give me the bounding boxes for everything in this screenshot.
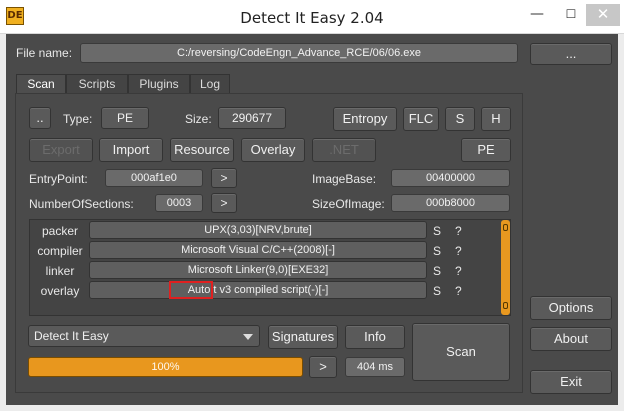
file-name-label: File name: [16,46,73,60]
tab-log[interactable]: Log [190,74,230,94]
detection-signature-button[interactable]: S [433,284,441,298]
detection-type: overlay [40,284,80,298]
detection-signature-button[interactable]: S [433,224,441,238]
detection-value[interactable]: AutoIt v3 compiled script(-)[-] [89,281,427,299]
minimize-button[interactable]: — [522,4,552,26]
detection-value[interactable]: Microsoft Visual C/C++(2008)[-] [89,241,427,259]
flc-button[interactable]: FLC [403,107,439,131]
tab-scripts[interactable]: Scripts [66,74,128,94]
scrollbar-down-handle[interactable] [503,302,508,309]
s-button[interactable]: S [445,107,475,131]
progress-bar: 100% [28,357,303,377]
imagebase-field[interactable]: 00400000 [391,169,510,187]
dots-button[interactable]: .. [29,107,51,129]
file-path-field[interactable]: C:/reversing/CodeEngn_Advance_RCE/06/06.… [80,43,518,63]
browse-button[interactable]: ... [530,43,612,65]
overlay-button[interactable]: Overlay [241,138,305,162]
sections-field[interactable]: 0003 [155,194,203,212]
maximize-button[interactable]: ☐ [556,4,586,26]
info-button[interactable]: Info [345,325,405,349]
detection-type: linker [45,264,75,278]
imagebase-label: ImageBase: [312,172,377,186]
detection-info-button[interactable]: ? [455,264,462,278]
detection-type: compiler [37,244,83,258]
detection-value[interactable]: Microsoft Linker(9,0)[EXE32] [89,261,427,279]
type-value-button[interactable]: PE [101,107,149,129]
title-bar: DE Detect It Easy 2.04 — ☐ ✕ [0,0,624,34]
progress-arrow-button[interactable]: > [309,356,337,378]
resource-button[interactable]: Resource [170,138,234,162]
detection-signature-button[interactable]: S [433,244,441,258]
h-button[interactable]: H [481,107,511,131]
sections-arrow-button[interactable]: > [211,193,237,213]
entropy-button[interactable]: Entropy [333,107,397,131]
tab-plugins[interactable]: Plugins [128,74,190,94]
scan-button[interactable]: Scan [412,323,510,381]
scan-time-field: 404 ms [345,357,405,377]
net-button[interactable]: .NET [312,138,376,162]
chevron-down-icon [243,334,253,340]
close-button[interactable]: ✕ [586,4,620,26]
pe-button[interactable]: PE [461,138,511,162]
import-button[interactable]: Import [99,138,163,162]
entrypoint-field[interactable]: 000af1e0 [105,169,203,187]
size-value-button[interactable]: 290677 [218,107,286,129]
options-button[interactable]: Options [530,296,612,320]
detection-scrollbar[interactable] [501,220,510,315]
detection-signature-button[interactable]: S [433,264,441,278]
detection-info-button[interactable]: ? [455,244,462,258]
window-frame-right [618,34,624,411]
entrypoint-label: EntryPoint: [29,172,88,186]
signatures-button[interactable]: Signatures [268,325,338,349]
sections-label: NumberOfSections: [29,197,134,211]
autoit-highlight-box [169,281,213,299]
exit-button[interactable]: Exit [530,370,612,394]
detection-value[interactable]: UPX(3,03)[NRV,brute] [89,221,427,239]
detection-type: packer [41,224,79,238]
window-frame-bottom [0,405,624,411]
size-label: Size: [185,112,212,126]
imagesize-label: SizeOfImage: [312,197,385,211]
tab-scan[interactable]: Scan [16,74,66,95]
export-button[interactable]: Export [29,138,93,162]
scrollbar-up-handle[interactable] [503,224,508,231]
engine-select-value: Detect It Easy [34,329,109,343]
entrypoint-arrow-button[interactable]: > [211,168,237,188]
about-button[interactable]: About [530,327,612,351]
type-label: Type: [63,112,93,126]
imagesize-field[interactable]: 000b8000 [391,194,510,212]
engine-select[interactable]: Detect It Easy [28,325,260,347]
detection-info-button[interactable]: ? [455,224,462,238]
detection-info-button[interactable]: ? [455,284,462,298]
